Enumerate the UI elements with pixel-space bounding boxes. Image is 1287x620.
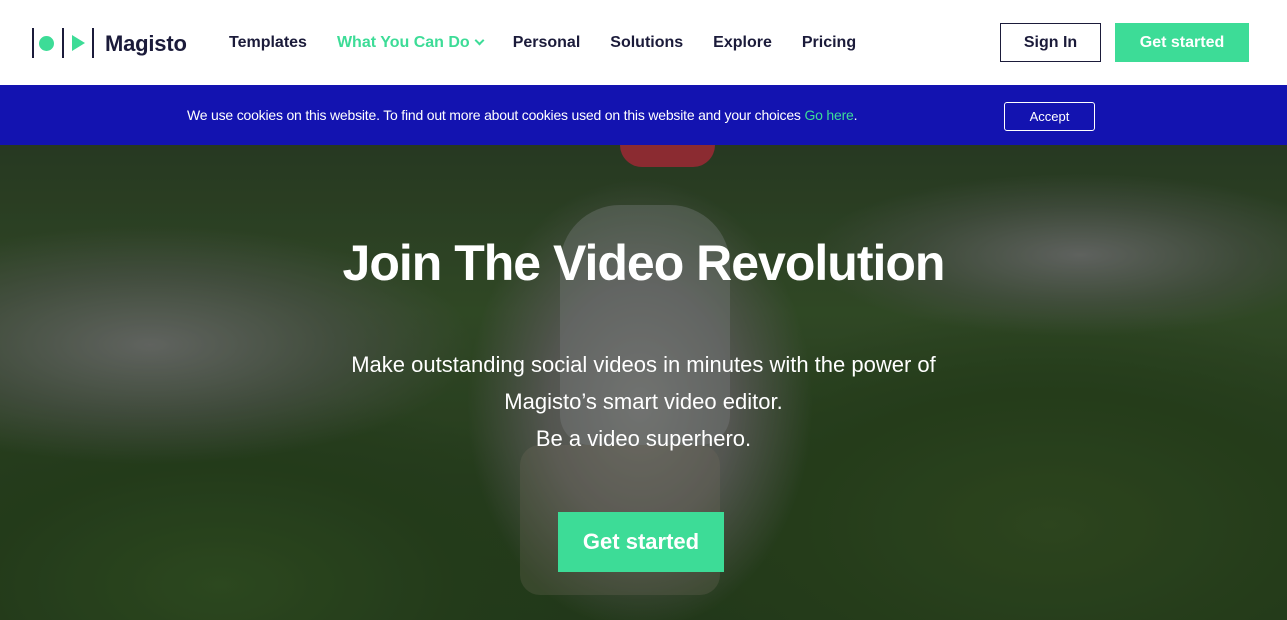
nav-item-solutions[interactable]: Solutions <box>610 32 683 54</box>
nav-item-pricing[interactable]: Pricing <box>802 32 856 54</box>
site-header: Magisto Templates What You Can Do Person… <box>0 0 1287 85</box>
nav-item-explore[interactable]: Explore <box>713 32 772 54</box>
main-nav: Templates What You Can Do Personal Solut… <box>229 32 886 54</box>
header-get-started-button[interactable]: Get started <box>1115 23 1249 62</box>
hero-get-started-button[interactable]: Get started <box>558 512 724 572</box>
hero-subtitle: Make outstanding social videos in minute… <box>0 346 1287 457</box>
chevron-down-icon <box>474 35 485 46</box>
sign-in-button[interactable]: Sign In <box>1000 23 1101 62</box>
nav-item-personal[interactable]: Personal <box>513 32 581 54</box>
cookie-message: We use cookies on this website. To find … <box>187 107 858 123</box>
hero-title: Join The Video Revolution <box>342 235 946 291</box>
hero-section: Join The Video Revolution Make outstandi… <box>0 145 1287 620</box>
hero-subtitle-line: Make outstanding social videos in minute… <box>351 352 936 377</box>
logo-text: Magisto <box>105 31 187 56</box>
logo-mark-icon <box>32 26 96 60</box>
hero-subtitle-line: Magisto’s smart video editor. <box>504 389 783 414</box>
cookie-suffix: . <box>853 107 858 123</box>
cookie-link[interactable]: Go here <box>804 107 853 123</box>
nav-item-what-you-can-do[interactable]: What You Can Do <box>336 32 485 54</box>
nav-item-templates[interactable]: Templates <box>229 32 307 54</box>
hero-subtitle-line: Be a video superhero. <box>535 426 752 451</box>
cookie-text: We use cookies on this website. To find … <box>187 107 805 123</box>
cookie-accept-button[interactable]: Accept <box>1004 102 1095 131</box>
nav-item-label: What You Can Do <box>336 34 470 51</box>
magisto-logo[interactable]: Magisto <box>32 26 187 60</box>
